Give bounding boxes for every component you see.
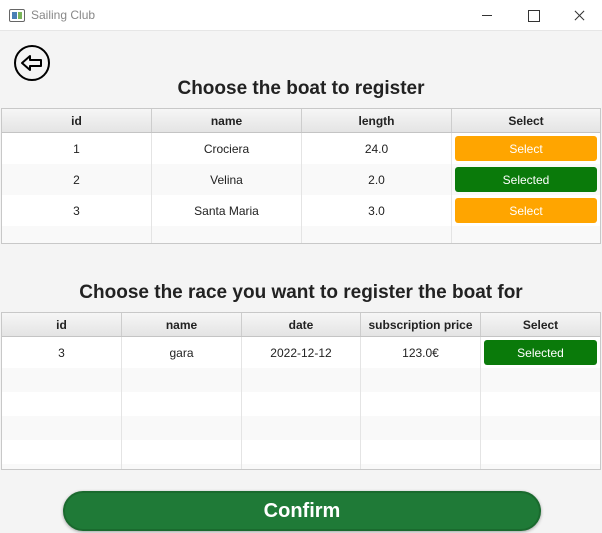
back-button[interactable] — [14, 45, 50, 81]
column-header-subscription-price[interactable]: subscription price — [361, 313, 481, 336]
race-table-heading: Choose the race you want to register the… — [79, 282, 523, 303]
column-header-id[interactable]: id — [2, 109, 152, 132]
close-button[interactable] — [556, 0, 602, 31]
minimize-button[interactable] — [464, 0, 510, 31]
table-row[interactable]: 3 gara 2022-12-12 123.0€ Selected — [2, 337, 600, 368]
selected-boat-button[interactable]: Selected — [455, 167, 597, 192]
cell-name: Santa Maria — [152, 195, 302, 226]
cell-id: 2 — [2, 164, 152, 195]
selected-race-button[interactable]: Selected — [484, 340, 597, 365]
column-header-id[interactable]: id — [2, 313, 122, 336]
cell-name: Velina — [152, 164, 302, 195]
table-row[interactable]: 1 Crociera 24.0 Select — [2, 133, 600, 164]
cell-id: 1 — [2, 133, 152, 164]
table-row-empty — [2, 392, 600, 416]
table-row[interactable]: 2 Velina 2.0 Selected — [2, 164, 600, 195]
race-table: id name date subscription price Select 3… — [1, 312, 601, 470]
column-header-date[interactable]: date — [242, 313, 361, 336]
table-row-empty — [2, 440, 600, 464]
cell-name: gara — [122, 337, 242, 368]
cell-id: 3 — [2, 195, 152, 226]
column-header-name[interactable]: name — [122, 313, 242, 336]
cell-length: 2.0 — [302, 164, 452, 195]
cell-length: 3.0 — [302, 195, 452, 226]
boat-table-header: id name length Select — [2, 109, 600, 133]
table-row-empty — [2, 368, 600, 392]
column-header-length[interactable]: length — [302, 109, 452, 132]
cell-name: Crociera — [152, 133, 302, 164]
cell-length: 24.0 — [302, 133, 452, 164]
app-icon — [9, 9, 25, 22]
table-row-empty — [2, 226, 600, 243]
column-header-select[interactable]: Select — [452, 109, 600, 132]
cell-date: 2022-12-12 — [242, 337, 361, 368]
boat-table-heading: Choose the boat to register — [177, 78, 425, 99]
select-boat-button[interactable]: Select — [455, 136, 597, 161]
window-title: Sailing Club — [31, 8, 96, 22]
select-boat-button[interactable]: Select — [455, 198, 597, 223]
table-row-empty — [2, 416, 600, 440]
boat-table: id name length Select 1 Crociera 24.0 Se… — [1, 108, 601, 244]
cell-price: 123.0€ — [361, 337, 481, 368]
column-header-select[interactable]: Select — [481, 313, 600, 336]
confirm-button[interactable]: Confirm — [63, 491, 541, 531]
maximize-button[interactable] — [510, 0, 556, 31]
table-row[interactable]: 3 Santa Maria 3.0 Select — [2, 195, 600, 226]
cell-id: 3 — [2, 337, 122, 368]
window-titlebar: Sailing Club — [0, 0, 602, 31]
back-arrow-icon — [21, 55, 42, 71]
race-table-header: id name date subscription price Select — [2, 313, 600, 337]
column-header-name[interactable]: name — [152, 109, 302, 132]
table-row-empty — [2, 464, 600, 469]
